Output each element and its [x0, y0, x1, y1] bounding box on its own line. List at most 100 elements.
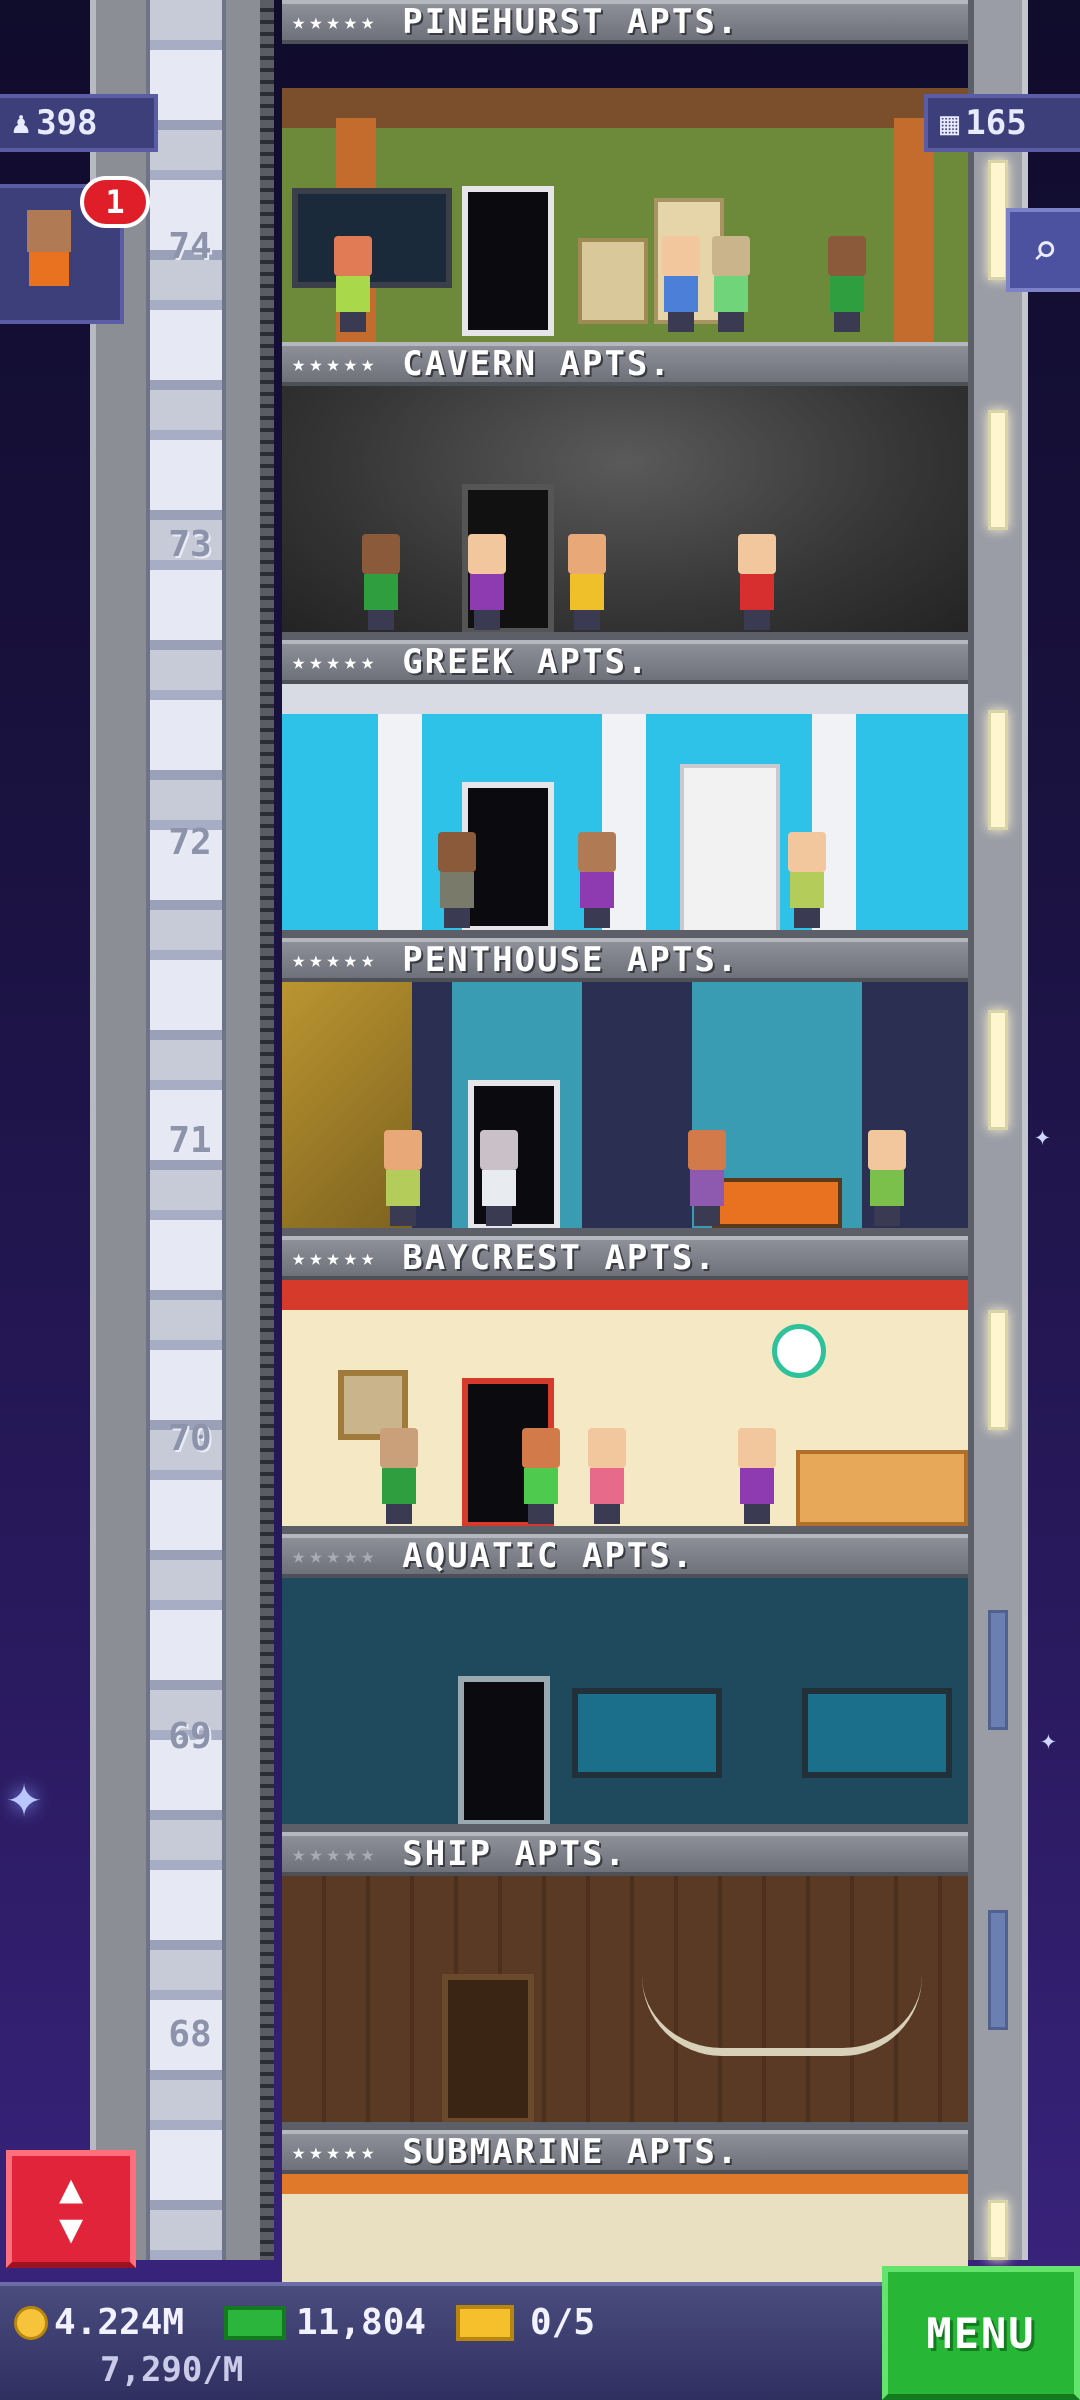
hammock	[642, 1976, 922, 2056]
floor-line	[282, 1824, 968, 1832]
resident[interactable]	[822, 236, 870, 332]
floor-name: PENTHOUSE APTS.	[402, 940, 740, 980]
floor-number-73: 73	[168, 524, 212, 565]
room-ship	[282, 1876, 968, 2130]
resident[interactable]	[732, 1428, 780, 1524]
floor-72[interactable]: ★★★★★ GREEK APTS.	[282, 640, 968, 938]
resident[interactable]	[582, 1428, 630, 1524]
resident[interactable]	[562, 534, 610, 630]
room-greek	[282, 684, 968, 938]
rating-stars: ★★★★★	[292, 1841, 379, 1867]
floor-line	[282, 1228, 968, 1236]
room-aquatic	[282, 1578, 968, 1832]
building-icon: ▦	[940, 104, 960, 142]
floor-number-68: 68	[168, 2014, 212, 2055]
resident[interactable]	[682, 1130, 730, 1226]
person-icon: ♟	[12, 105, 31, 141]
floor-number-69: 69	[168, 1716, 212, 1757]
floor-number-70: 70	[168, 1418, 212, 1459]
fireplace	[712, 1178, 842, 1228]
resident[interactable]	[706, 236, 754, 332]
stove	[578, 238, 648, 324]
coins-value: 4.224M	[54, 2302, 185, 2343]
coin-icon	[14, 2305, 48, 2340]
tickets-counter[interactable]: 0/5	[456, 2302, 595, 2343]
apartment-door[interactable]	[458, 1676, 550, 1826]
coins-rate: 7,290/M	[100, 2350, 243, 2390]
notification-badge: 1	[80, 176, 150, 228]
resident[interactable]	[432, 832, 480, 928]
floor-sign: ★★★★★ AQUATIC APTS.	[282, 1534, 968, 1578]
coins-rate-value: 7,290/M	[100, 2350, 244, 2390]
floor-name: CAVERN APTS.	[402, 344, 672, 384]
floor-name: GREEK APTS.	[402, 642, 650, 682]
star: ✦	[6, 1761, 43, 1831]
bux-value: 11,804	[296, 2302, 427, 2343]
floor-line	[282, 632, 968, 640]
resident[interactable]	[862, 1130, 910, 1226]
star: ✦	[1034, 1119, 1051, 1152]
floor-sign: ★★★★★ SUBMARINE APTS.	[282, 2130, 968, 2174]
window-light	[988, 410, 1008, 530]
resident[interactable]	[732, 534, 780, 630]
floor-74[interactable]	[282, 88, 968, 342]
population-counter[interactable]: ♟ 398	[0, 94, 158, 152]
floor-68[interactable]: ★★★★★ SHIP APTS.	[282, 1832, 968, 2130]
kitchen-counter	[796, 1450, 968, 1526]
resident[interactable]	[782, 832, 830, 928]
apartment-door[interactable]	[462, 186, 554, 336]
floor-67[interactable]: ★★★★★ SUBMARINE APTS.	[282, 2130, 968, 2282]
floor-sign: ★★★★★ SHIP APTS.	[282, 1832, 968, 1876]
floor-counter[interactable]: ▦ 165	[924, 94, 1080, 152]
rating-stars: ★★★★★	[292, 2139, 379, 2165]
floor-sign: ★★★★★ GREEK APTS.	[282, 640, 968, 684]
search-icon: ⌕	[1031, 224, 1059, 276]
floor-number-72: 72	[168, 822, 212, 863]
window-light	[988, 160, 1008, 280]
elevator-button[interactable]: ▲ ▼	[6, 2150, 136, 2268]
window-light	[988, 1310, 1008, 1430]
resident[interactable]	[328, 236, 376, 332]
elevator-cables	[260, 0, 274, 2260]
window-light-off	[988, 1610, 1008, 1730]
resident[interactable]	[462, 534, 510, 630]
floor-line	[282, 1526, 968, 1534]
floor-73[interactable]: ★★★★★ CAVERN APTS.	[282, 342, 968, 640]
rating-stars: ★★★★★	[292, 351, 379, 377]
search-button[interactable]: ⌕	[1006, 208, 1080, 292]
resident[interactable]	[656, 236, 704, 332]
floor-69[interactable]: ★★★★★ AQUATIC APTS.	[282, 1534, 968, 1832]
resident[interactable]	[474, 1130, 522, 1226]
apartment-door[interactable]	[442, 1974, 534, 2124]
floor-pinehurst[interactable]: ★★★★★ PINEHURST APTS.	[282, 0, 968, 44]
star: ✦	[1040, 1723, 1057, 1756]
room-baycrest	[282, 1280, 968, 1534]
window-light	[988, 710, 1008, 830]
bux-counter[interactable]: 11,804	[224, 2302, 426, 2343]
resident[interactable]	[356, 534, 404, 630]
golden-ticket-icon	[456, 2304, 514, 2341]
coins-counter[interactable]: 4.224M	[14, 2302, 184, 2343]
floor-name: SHIP APTS.	[402, 1834, 627, 1874]
floor-sign: ★★★★★ PINEHURST APTS.	[282, 0, 968, 44]
rating-stars: ★★★★★	[292, 649, 379, 675]
floor-number-71: 71	[168, 1120, 212, 1161]
floor-71[interactable]: ★★★★★ PENTHOUSE APTS.	[282, 938, 968, 1236]
resident[interactable]	[516, 1428, 564, 1524]
bookshelf	[680, 764, 780, 934]
window-light	[988, 1010, 1008, 1130]
tickets-value: 0/5	[530, 2302, 596, 2343]
resident[interactable]	[572, 832, 620, 928]
resident[interactable]	[374, 1428, 422, 1524]
room-pinehurst-interior	[282, 88, 968, 342]
floor-sign: ★★★★★ BAYCREST APTS.	[282, 1236, 968, 1280]
floor-name: AQUATIC APTS.	[402, 1536, 695, 1576]
menu-button[interactable]: MENU	[882, 2266, 1080, 2400]
rating-stars: ★★★★★	[292, 1245, 379, 1271]
resident[interactable]	[378, 1130, 426, 1226]
arrow-up-icon: ▲	[58, 2166, 84, 2212]
fish-tank	[572, 1688, 722, 1778]
floor-70[interactable]: ★★★★★ BAYCREST APTS.	[282, 1236, 968, 1534]
floor-name: BAYCREST APTS.	[402, 1238, 717, 1278]
floor-name: PINEHURST APTS.	[402, 2, 740, 42]
